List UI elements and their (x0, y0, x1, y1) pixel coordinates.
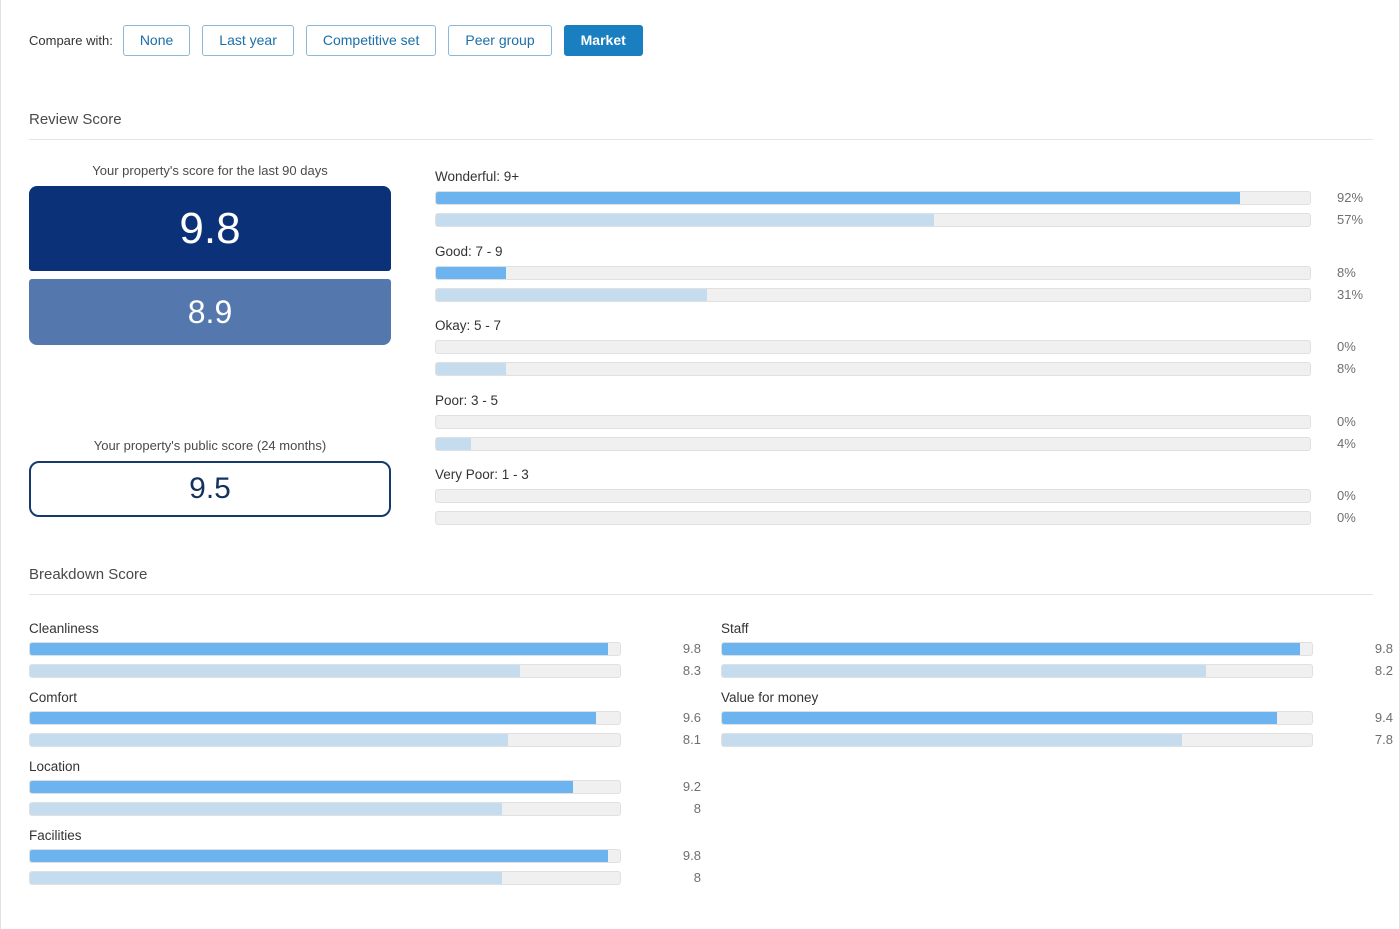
breakdown-value-location-compare: 8 (693, 801, 701, 816)
bar-fill (722, 643, 1301, 655)
breakdown-bar-cleanliness-primary (29, 642, 621, 656)
market-score-value: 8.9 (29, 279, 391, 345)
distribution-value-very-poor-1-3-market: 0% (1337, 510, 1356, 525)
breakdown-label-cleanliness: Cleanliness (29, 621, 99, 636)
compare-with-label: Compare with: (29, 32, 113, 48)
distribution-label-poor-3-5: Poor: 3 - 5 (435, 392, 499, 408)
bar-fill (722, 734, 1183, 746)
breakdown-score-divider (29, 594, 1373, 595)
breakdown-bar-facilities-primary (29, 849, 621, 863)
breakdown-value-comfort-compare: 8.1 (682, 732, 701, 747)
breakdown-label-comfort: Comfort (29, 690, 78, 705)
breakdown-value-cleanliness-compare: 8.3 (682, 663, 701, 678)
breakdown-bar-comfort-compare (29, 733, 621, 747)
compare-option-last-year[interactable]: Last year (202, 24, 294, 56)
bar-fill (436, 192, 1241, 204)
bar-fill (722, 712, 1277, 724)
distribution-value-poor-3-5-your-property: 0% (1337, 413, 1356, 429)
distribution-bar-wonderful-9-your-property (435, 191, 1311, 205)
compare-option-peer-group[interactable]: Peer group (448, 24, 552, 56)
compare-option-none[interactable]: None (122, 24, 191, 56)
distribution-label-wonderful-9: Wonderful: 9+ (435, 169, 520, 184)
public-score-value: 9.5 (29, 461, 391, 517)
breakdown-bar-staff-compare (721, 664, 1313, 678)
distribution-label-okay-5-7: Okay: 5 - 7 (435, 318, 502, 333)
bar-fill (436, 214, 935, 226)
breakdown-label-value-for-money: Value for money (721, 690, 819, 705)
breakdown-label-location: Location (29, 759, 81, 774)
distribution-value-poor-3-5-market: 4% (1337, 435, 1356, 451)
breakdown-bar-location-compare (29, 802, 621, 816)
distribution-value-good-7-9-your-property: 8% (1337, 264, 1356, 280)
breakdown-bar-location-primary (29, 780, 621, 794)
review-scores-page: Compare with: None Last year Competitive… (0, 0, 1400, 929)
breakdown-bar-value-for-money-compare (721, 733, 1313, 747)
bar-fill (436, 266, 506, 279)
distribution-bar-good-7-9-market (435, 287, 1311, 302)
bar-fill (722, 665, 1206, 677)
distribution-bar-very-poor-1-3-market (435, 511, 1311, 525)
bar-fill (436, 363, 506, 375)
compare-with-toolbar: Compare with: None Last year Competitive… (29, 24, 655, 56)
breakdown-value-cleanliness-primary: 9.8 (682, 641, 701, 656)
distribution-value-wonderful-9-your-property: 92% (1337, 190, 1364, 205)
bar-fill (436, 288, 707, 301)
review-score-divider (29, 139, 1373, 140)
review-score-heading: Review Score (29, 111, 122, 128)
breakdown-value-facilities-compare: 8 (693, 870, 701, 885)
compare-option-market[interactable]: Market (563, 24, 643, 56)
breakdown-value-value-for-money-compare: 7.8 (1374, 732, 1393, 747)
breakdown-value-value-for-money-primary: 9.4 (1374, 710, 1393, 725)
public-score-caption: Your property's public score (24 months) (93, 438, 327, 453)
breakdown-label-facilities: Facilities (29, 828, 82, 843)
breakdown-value-staff-compare: 8.2 (1374, 663, 1393, 678)
bar-fill (30, 643, 609, 655)
breakdown-label-staff: Staff (721, 621, 749, 636)
bar-fill (30, 803, 502, 815)
distribution-bar-good-7-9-your-property (435, 265, 1311, 280)
recent-score-value: 9.8 (29, 186, 391, 271)
bar-fill (436, 437, 471, 450)
distribution-bar-okay-5-7-market (435, 362, 1311, 376)
distribution-value-good-7-9-market: 31% (1337, 286, 1364, 302)
breakdown-bar-cleanliness-compare (29, 664, 621, 678)
distribution-bar-wonderful-9-market (435, 213, 1311, 227)
distribution-bar-okay-5-7-your-property (435, 340, 1311, 354)
breakdown-score-heading: Breakdown Score (29, 566, 148, 583)
breakdown-value-comfort-primary: 9.6 (682, 710, 701, 725)
bar-fill (30, 665, 520, 677)
distribution-value-okay-5-7-market: 8% (1337, 361, 1356, 376)
breakdown-bar-staff-primary (721, 642, 1313, 656)
bar-fill (30, 781, 573, 793)
breakdown-value-facilities-primary: 9.8 (682, 848, 701, 863)
breakdown-value-location-primary: 9.2 (682, 779, 701, 794)
bar-fill (30, 734, 508, 746)
distribution-bar-poor-3-5-your-property (435, 414, 1311, 429)
breakdown-bar-value-for-money-primary (721, 711, 1313, 725)
breakdown-bar-facilities-compare (29, 871, 621, 885)
distribution-value-wonderful-9-market: 57% (1337, 212, 1364, 227)
distribution-bar-poor-3-5-market (435, 436, 1311, 451)
compare-option-competitive-set[interactable]: Competitive set (305, 24, 437, 56)
breakdown-value-staff-primary: 9.8 (1374, 641, 1393, 656)
distribution-value-okay-5-7-your-property: 0% (1337, 339, 1356, 354)
recent-score-caption: Your property's score for the last 90 da… (92, 163, 328, 178)
distribution-value-very-poor-1-3-your-property: 0% (1337, 488, 1356, 503)
bar-fill (30, 712, 597, 724)
distribution-label-good-7-9: Good: 7 - 9 (435, 243, 503, 259)
bar-fill (30, 850, 609, 862)
bar-fill (30, 872, 502, 884)
distribution-bar-very-poor-1-3-your-property (435, 489, 1311, 503)
breakdown-bar-comfort-primary (29, 711, 621, 725)
distribution-label-very-poor-1-3: Very Poor: 1 - 3 (435, 467, 529, 482)
